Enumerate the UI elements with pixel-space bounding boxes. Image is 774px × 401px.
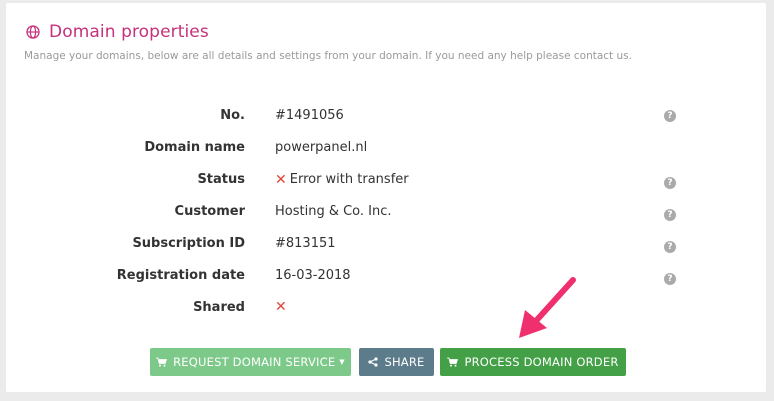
registration-date: 16-03-2018 bbox=[275, 268, 351, 283]
domain-properties-panel: Domain properties Manage your domains, b… bbox=[6, 3, 766, 392]
property-label: Subscription ID bbox=[132, 236, 245, 251]
question-icon[interactable]: ? bbox=[664, 110, 676, 122]
request-domain-service-button[interactable]: REQUEST DOMAIN SERVICE ▼ bbox=[150, 348, 351, 376]
status-text: Error with transfer bbox=[289, 172, 409, 187]
property-label: No. bbox=[220, 108, 245, 123]
annotation-arrow bbox=[511, 274, 581, 348]
property-label: Status bbox=[197, 172, 245, 187]
x-icon: ✕ bbox=[275, 171, 287, 188]
property-value: Hosting & Co. Inc. bbox=[275, 204, 392, 219]
property-label: Registration date bbox=[116, 268, 245, 283]
property-label: Customer bbox=[174, 204, 245, 219]
property-row-domain-name: Domain name powerpanel.nl bbox=[6, 138, 766, 158]
property-value: ✕ Error with transfer bbox=[275, 172, 409, 187]
share-button-label: SHARE bbox=[384, 355, 425, 369]
property-row-registration-date: Registration date 16-03-2018 ? bbox=[6, 266, 766, 286]
share-icon bbox=[368, 357, 384, 367]
process-button-label: PROCESS DOMAIN ORDER bbox=[464, 355, 619, 369]
property-value: ✕ bbox=[275, 300, 290, 314]
share-button[interactable]: SHARE bbox=[359, 348, 434, 376]
customer-name: Hosting & Co. Inc. bbox=[275, 204, 392, 219]
property-row-customer: Customer Hosting & Co. Inc. ? bbox=[6, 202, 766, 222]
cart-icon bbox=[447, 357, 464, 367]
page-subtitle: Manage your domains, below are all detai… bbox=[24, 50, 632, 62]
page-title: Domain properties bbox=[49, 22, 209, 42]
property-row-subscription-id: Subscription ID #813151 ? bbox=[6, 234, 766, 254]
question-icon[interactable]: ? bbox=[664, 177, 676, 189]
domain-name: powerpanel.nl bbox=[275, 140, 368, 155]
property-value: #1491056 bbox=[275, 108, 344, 123]
question-icon[interactable]: ? bbox=[664, 273, 676, 285]
subscription-id: #813151 bbox=[275, 236, 336, 251]
chevron-down-icon: ▼ bbox=[339, 358, 345, 366]
property-row-status: Status ✕ Error with transfer ? bbox=[6, 170, 766, 190]
property-label: Domain name bbox=[144, 140, 245, 155]
property-label: Shared bbox=[193, 300, 245, 315]
question-icon[interactable]: ? bbox=[664, 241, 676, 253]
process-domain-order-button[interactable]: PROCESS DOMAIN ORDER bbox=[440, 348, 626, 376]
globe-icon bbox=[26, 25, 40, 39]
x-icon: ✕ bbox=[275, 299, 287, 315]
panel-header: Domain properties bbox=[26, 22, 209, 42]
property-row-shared: Shared ✕ bbox=[6, 298, 766, 318]
property-row-number: No. #1491056 ? bbox=[6, 106, 766, 126]
cart-icon bbox=[156, 357, 173, 367]
order-number: #1491056 bbox=[275, 108, 344, 123]
question-icon[interactable]: ? bbox=[664, 209, 676, 221]
property-value: powerpanel.nl bbox=[275, 140, 367, 155]
property-value: 16-03-2018 bbox=[275, 268, 351, 283]
request-button-label: REQUEST DOMAIN SERVICE bbox=[173, 355, 336, 369]
property-value: #813151 bbox=[275, 236, 336, 251]
